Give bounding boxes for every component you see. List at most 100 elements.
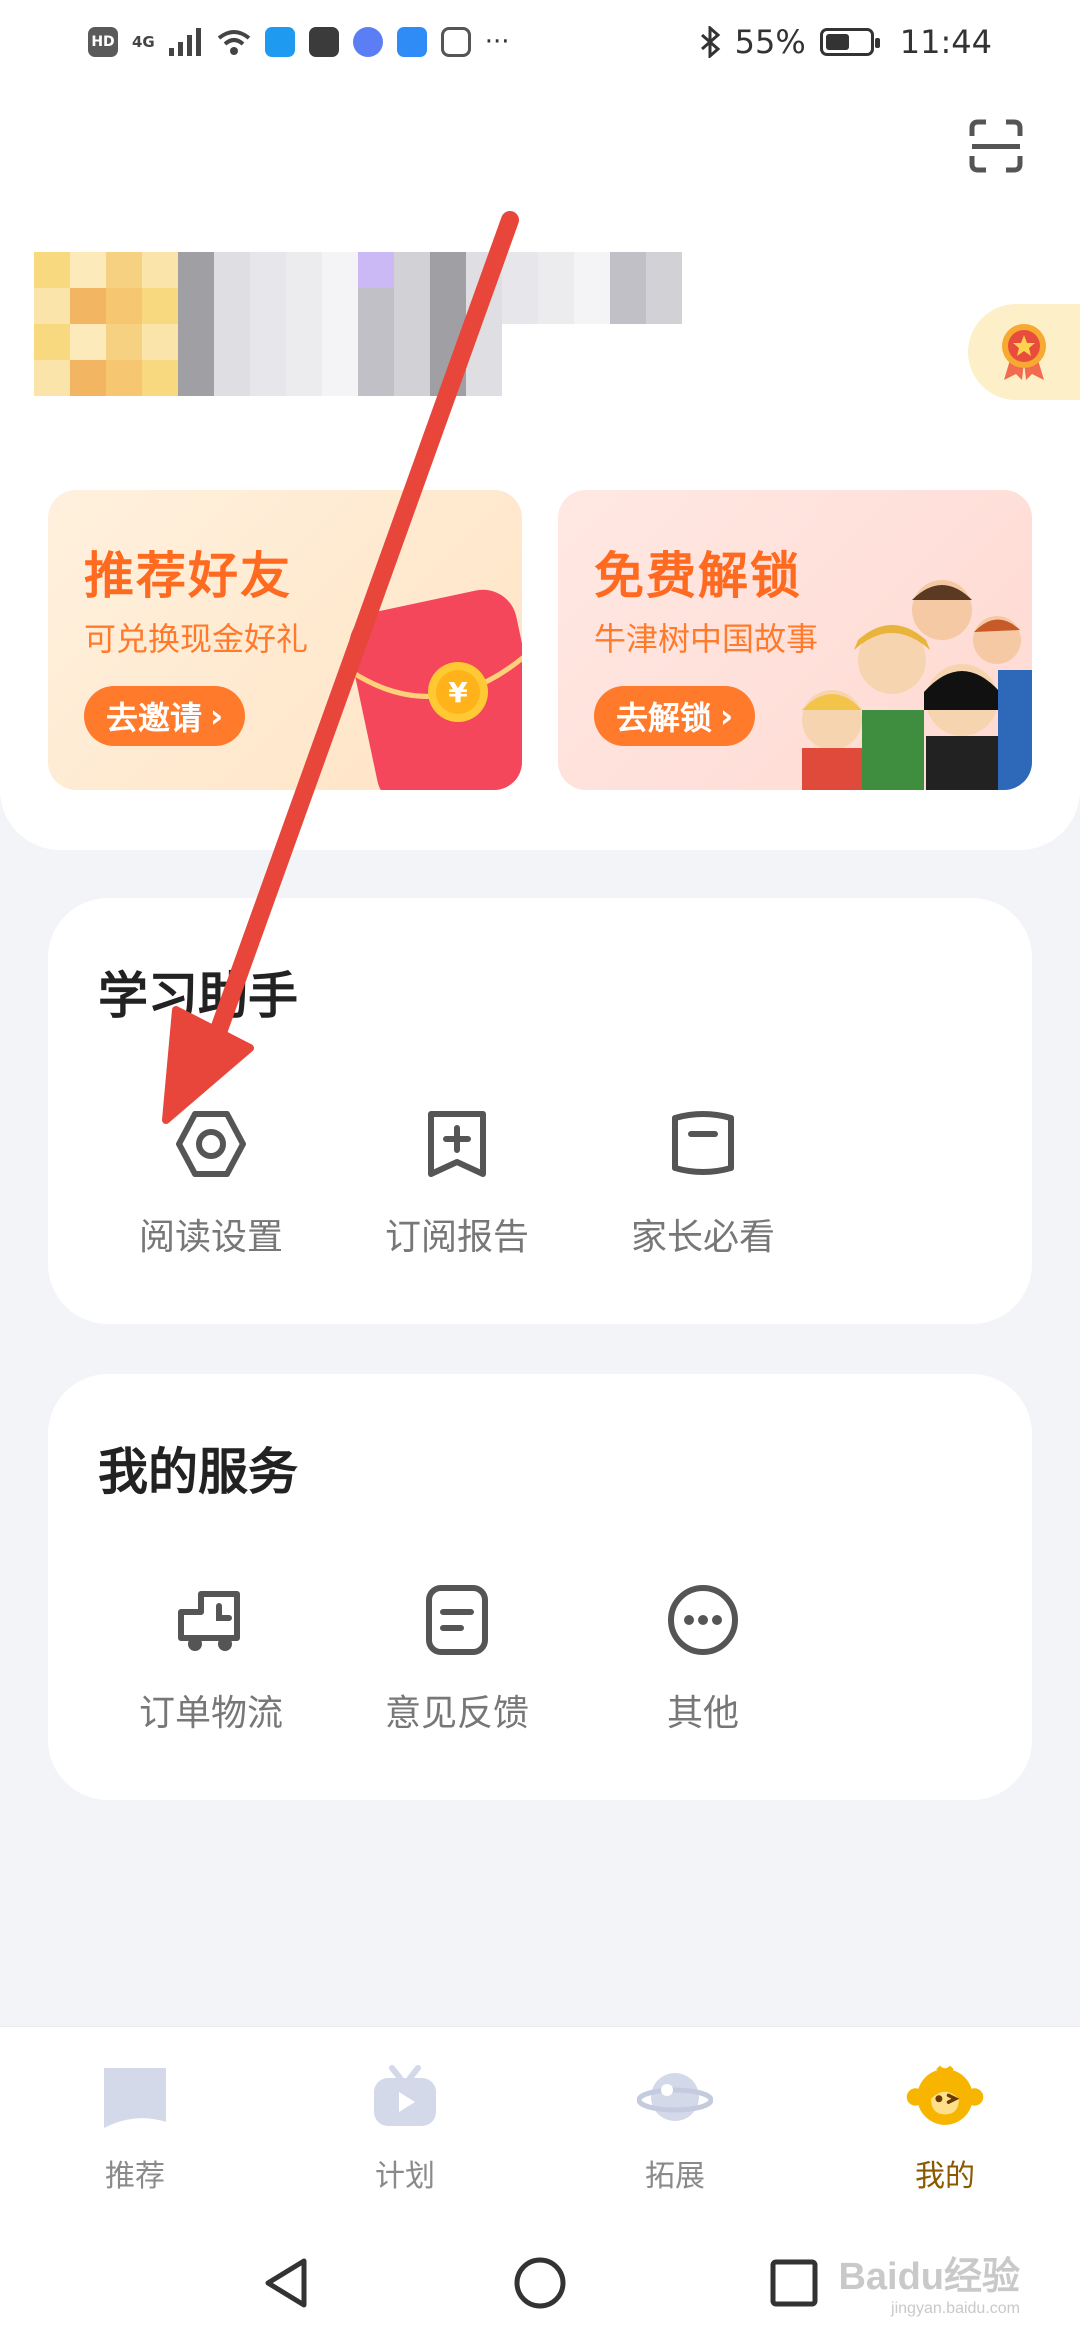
mosaic-cell xyxy=(358,252,394,288)
status-bar: HD 4G ··· 55% 11:44 xyxy=(0,0,1080,84)
nav-plan[interactable]: 计划 xyxy=(270,2027,540,2226)
my-services-items: 订单物流 意见反馈 其他 xyxy=(88,1578,826,1736)
mosaic-cell xyxy=(646,288,682,324)
mosaic-cell xyxy=(214,360,250,396)
settings-hex-icon xyxy=(176,1111,246,1177)
network-type: 4G xyxy=(132,33,155,51)
mosaic-cell xyxy=(250,288,286,324)
unlock-button-label: 去解锁 xyxy=(616,699,713,737)
invite-button[interactable]: 去邀请 › xyxy=(84,686,246,746)
nav-expand[interactable]: 拓展 xyxy=(540,2027,810,2226)
scan-icon[interactable] xyxy=(968,118,1024,174)
order-logistics-item[interactable]: 订单物流 xyxy=(88,1578,334,1736)
unlock-button[interactable]: 去解锁 › xyxy=(594,686,756,746)
item-label: 阅读设置 xyxy=(138,1217,283,1258)
mosaic-cell xyxy=(286,252,322,288)
mosaic-cell xyxy=(178,324,214,360)
section-title: 我的服务 xyxy=(98,1443,298,1501)
recents-icon[interactable] xyxy=(768,2257,820,2309)
mosaic-cell xyxy=(646,252,682,288)
feedback-item[interactable]: 意见反馈 xyxy=(334,1578,580,1736)
mosaic-cell xyxy=(502,252,538,288)
system-nav-bar: Baidu经验 jingyan.baidu.com xyxy=(0,2226,1080,2340)
mosaic-cell xyxy=(34,324,70,360)
mosaic-cell xyxy=(142,360,178,396)
planet-icon xyxy=(637,2073,713,2121)
mosaic-cell xyxy=(358,324,394,360)
subscription-report-item[interactable]: 订阅报告 xyxy=(334,1102,580,1260)
mosaic-cell xyxy=(322,252,358,288)
watermark-text: Baidu经验 xyxy=(838,2256,1020,2298)
parents-guide-item[interactable]: 家长必看 xyxy=(580,1102,826,1260)
mosaic-cell xyxy=(34,288,70,324)
medal-icon xyxy=(1002,324,1046,380)
feedback-doc-icon xyxy=(426,1585,488,1655)
invite-button-label: 去邀请 xyxy=(106,699,203,737)
more-circle-icon xyxy=(668,1585,738,1655)
clock: 11:44 xyxy=(899,23,992,61)
mosaic-cell xyxy=(178,360,214,396)
nav-recommend[interactable]: 推荐 xyxy=(0,2027,270,2226)
hand-app-icon xyxy=(440,27,471,57)
red-envelope-icon: ¥ xyxy=(349,589,522,790)
promo-title: 免费解锁 xyxy=(594,547,802,605)
huawei-app-icon xyxy=(308,27,339,57)
mosaic-cell xyxy=(646,324,682,360)
item-label: 家长必看 xyxy=(630,1217,775,1258)
mosaic-cell xyxy=(70,288,106,324)
mosaic-cell xyxy=(322,288,358,324)
my-services-card: 我的服务 订单物流 意见反馈 其他 xyxy=(48,1374,1032,1800)
cartoon-kids-illustration xyxy=(802,580,1032,790)
mosaic-cell xyxy=(574,324,610,360)
mosaic-cell xyxy=(394,324,430,360)
battery-icon xyxy=(819,28,880,56)
mosaic-cell xyxy=(646,360,682,396)
other-item[interactable]: 其他 xyxy=(580,1578,826,1736)
home-icon[interactable] xyxy=(512,2255,568,2311)
search-app-icon xyxy=(264,27,295,57)
medal-badge-button[interactable] xyxy=(968,304,1080,400)
nav-label: 推荐 xyxy=(105,2159,165,2194)
delivery-truck-icon xyxy=(178,1591,240,1651)
mosaic-cell xyxy=(394,360,430,396)
mosaic-cell xyxy=(610,360,646,396)
mosaic-cell xyxy=(538,288,574,324)
watermark-sub: jingyan.baidu.com xyxy=(891,2300,1020,2317)
promo-title: 推荐好友 xyxy=(84,547,292,605)
svg-text:¥: ¥ xyxy=(448,676,468,709)
nav-mine[interactable]: 我的 xyxy=(810,2027,1080,2226)
study-helper-card: 学习助手 阅读设置 订阅报告 家长必看 xyxy=(48,898,1032,1324)
profile-info-pixelated[interactable] xyxy=(34,252,684,412)
nav-label: 计划 xyxy=(375,2159,435,2194)
mosaic-cell xyxy=(70,324,106,360)
reading-settings-item[interactable]: 阅读设置 xyxy=(88,1102,334,1260)
mosaic-cell xyxy=(142,252,178,288)
mosaic-cell xyxy=(106,360,142,396)
mosaic-cell xyxy=(430,324,466,360)
bottom-nav: 推荐 计划 拓展 我的 xyxy=(0,2026,1080,2226)
promo-invite-friends[interactable]: 推荐好友 可兑换现金好礼 去邀请 › ¥ xyxy=(48,490,522,790)
bluetooth-icon xyxy=(700,26,720,58)
mosaic-cell xyxy=(394,252,430,288)
mosaic-cell xyxy=(610,252,646,288)
mosaic-cell xyxy=(178,288,214,324)
mosaic-cell xyxy=(214,252,250,288)
nav-label: 我的 xyxy=(915,2159,975,2194)
mosaic-cell xyxy=(502,324,538,360)
mosaic-cell xyxy=(322,360,358,396)
item-label: 订单物流 xyxy=(138,1693,283,1734)
mosaic-cell xyxy=(70,360,106,396)
mosaic-cell xyxy=(106,288,142,324)
back-icon[interactable] xyxy=(260,2255,312,2311)
battery-fill xyxy=(825,34,849,50)
mosaic-cell xyxy=(142,288,178,324)
mosaic-cell xyxy=(394,288,430,324)
promo-subtitle: 可兑换现金好礼 xyxy=(84,620,309,658)
weather-app-icon xyxy=(396,27,427,57)
promo-free-unlock[interactable]: 免费解锁 牛津树中国故事 去解锁 › xyxy=(558,490,1032,790)
section-title: 学习助手 xyxy=(98,967,298,1025)
item-label: 订阅报告 xyxy=(384,1217,529,1258)
promo-subtitle: 牛津树中国故事 xyxy=(594,620,819,658)
mosaic-cell xyxy=(466,360,502,396)
wifi-icon xyxy=(217,30,250,55)
